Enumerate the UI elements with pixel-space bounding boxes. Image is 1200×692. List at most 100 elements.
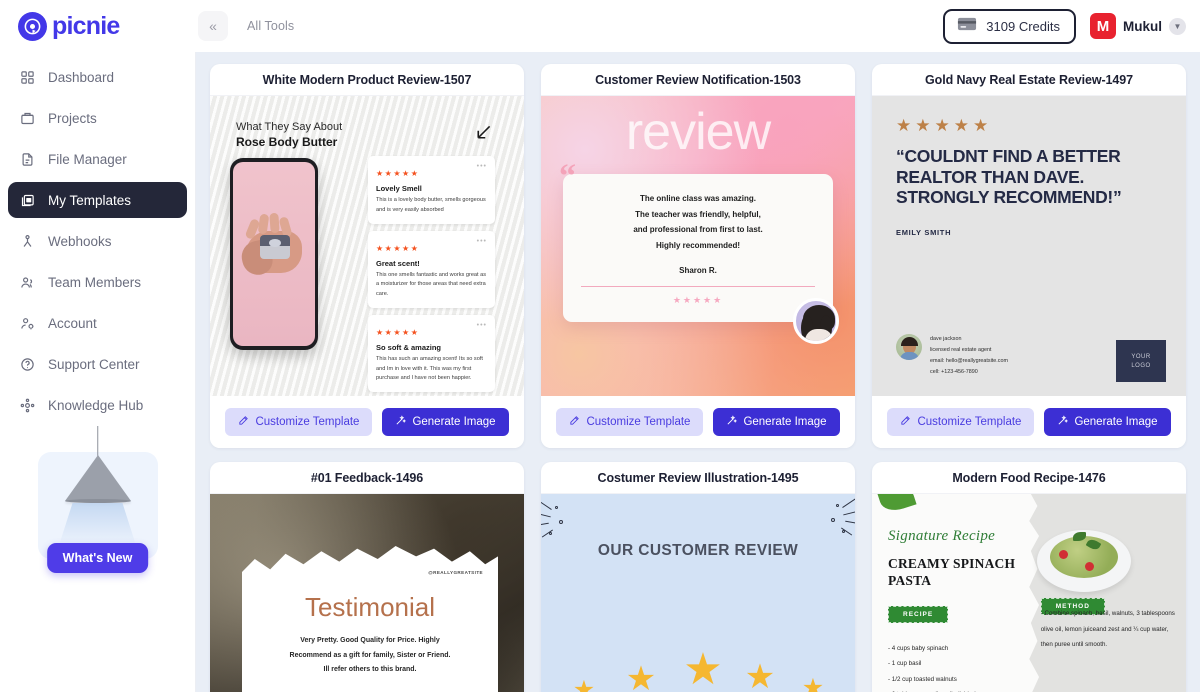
logo-line-1: YOUR	[1131, 353, 1151, 360]
credits-amount: 3109 Credits	[986, 18, 1060, 34]
review-title: So soft & amazing	[376, 342, 442, 352]
sidebar-item-label: File Manager	[48, 151, 127, 167]
customize-template-button[interactable]: Customize Template	[225, 408, 373, 436]
review-item: ••• ★★★★★ Great scent! This one smells f…	[368, 230, 495, 308]
hub-nodes-icon	[19, 397, 36, 414]
templates-gallery[interactable]: White Modern Product Review-1507 What Th…	[196, 52, 1200, 692]
template-preview[interactable]: @REALLYGREATSITE Testimonial Very Pretty…	[210, 494, 524, 692]
preview-line: Very Pretty. Good Quality for Price. Hig…	[300, 637, 440, 644]
method-text: - Combine spinach, basil, walnuts, 3 tab…	[1040, 610, 1175, 648]
button-label: Customize Template	[586, 416, 691, 428]
sidebar-item-webhooks[interactable]: Webhooks	[8, 223, 187, 259]
template-preview[interactable]: What They Say About Rose Body Butter •••…	[210, 96, 524, 396]
sidebar-item-file-manager[interactable]: File Manager	[8, 141, 187, 177]
brand-logo[interactable]: picnie	[18, 11, 182, 41]
grid-dashboard-icon	[19, 69, 36, 86]
logo-line-2: LOGO	[1131, 362, 1151, 369]
sidebar-item-projects[interactable]: Projects	[8, 100, 187, 136]
quote-author: Sharon R.	[679, 266, 717, 276]
more-options-icon: •••	[476, 237, 487, 245]
generate-image-button[interactable]: Generate Image	[1044, 408, 1171, 436]
template-card[interactable]: White Modern Product Review-1507 What Th…	[210, 64, 524, 448]
picnie-logo-icon	[18, 11, 47, 41]
template-preview[interactable]: Signature Recipe CREAMY SPINACH PASTA RE…	[872, 494, 1186, 692]
credits-button[interactable]: 3109 Credits	[943, 8, 1076, 44]
user-menu[interactable]: M Mukul ▼	[1090, 13, 1186, 39]
customize-template-button[interactable]: Customize Template	[887, 408, 1035, 436]
review-body: This is a lovely body butter, smells gor…	[376, 197, 486, 213]
generate-image-button[interactable]: Generate Image	[382, 408, 509, 436]
button-label: Generate Image	[1074, 416, 1158, 428]
template-card-title: #01 Feedback-1496	[210, 462, 524, 494]
sidebar-item-dashboard[interactable]: Dashboard	[8, 59, 187, 95]
template-card-title: Modern Food Recipe-1476	[872, 462, 1186, 494]
template-preview[interactable]: ★★★★★ “COULDNT FIND A BETTER REALTOR THA…	[872, 96, 1186, 396]
button-label: Customize Template	[255, 416, 360, 428]
sidebar-item-team-members[interactable]: Team Members	[8, 264, 187, 300]
preview-line: Ill refer others to this brand.	[323, 666, 417, 674]
webhook-node-icon	[19, 233, 36, 250]
template-card-title: Gold Navy Real Estate Review-1497	[872, 64, 1186, 96]
ingredient-item: - 1 cup basil	[888, 660, 922, 668]
sidebar-collapse-button[interactable]: «	[198, 11, 228, 41]
template-preview[interactable]: OUR CUSTOMER REVIEW ★ ★ ★ ★ ★	[541, 494, 855, 692]
confetti-burst-icon	[541, 499, 589, 548]
template-card[interactable]: Modern Food Recipe-1476 Signature Recipe…	[872, 462, 1186, 692]
agent-phone: cell: +123-456-7890	[930, 368, 978, 375]
quote-line: The online class was amazing.	[639, 194, 757, 203]
question-circle-icon	[19, 356, 36, 373]
template-card[interactable]: Customer Review Notification-1503 review…	[541, 64, 855, 448]
preview-heading: CREAMY SPINACH PASTA	[888, 556, 1016, 588]
button-label: Generate Image	[743, 416, 827, 428]
chevrons-left-icon: «	[209, 18, 217, 34]
sidebar-item-account[interactable]: Account	[8, 305, 187, 341]
template-card-actions: Customize Template Generate Image	[541, 396, 855, 448]
preview-eyebrow: What They Say About	[236, 121, 343, 133]
magic-wand-icon	[726, 415, 738, 429]
ingredient-item: - 1/2 cup toasted walnuts	[888, 675, 957, 683]
customize-template-button[interactable]: Customize Template	[556, 408, 704, 436]
sidebar-item-support-center[interactable]: Support Center	[8, 346, 187, 382]
template-card-title: Costumer Review Illustration-1495	[541, 462, 855, 494]
header-right-group: 3109 Credits M Mukul ▼	[943, 8, 1186, 44]
template-card[interactable]: Costumer Review Illustration-1495 OUR CU…	[541, 462, 855, 692]
person-with-star: ★	[801, 674, 825, 692]
template-card[interactable]: #01 Feedback-1496 @REALLYGREATSITE Testi…	[210, 462, 524, 692]
preview-line: Recommend as a gift for family, Sister o…	[289, 651, 451, 659]
ingredient-item: - 4 cups baby spinach	[888, 644, 949, 652]
chevron-down-icon[interactable]: ▼	[1169, 17, 1186, 35]
sidebar-item-label: My Templates	[48, 192, 132, 208]
preview-heading: OUR CUSTOMER REVIEW	[597, 542, 799, 559]
review-item: ••• ★★★★★ So soft & amazing This has suc…	[368, 314, 495, 393]
template-card-actions: Customize Template Generate Image	[872, 396, 1186, 448]
badge-recipe: RECIPE	[888, 605, 949, 623]
sidebar-item-label: Knowledge Hub	[48, 397, 144, 413]
preview-quote: “COULDNT FIND A BETTER REALTOR THAN DAVE…	[896, 146, 1122, 208]
person-with-star: ★	[572, 676, 596, 692]
person-with-star: ★	[683, 645, 723, 692]
sidebar-item-my-templates[interactable]: My Templates	[8, 182, 187, 218]
agent-name: dave jackson	[930, 335, 962, 342]
template-card[interactable]: Gold Navy Real Estate Review-1497 ★★★★★ …	[872, 64, 1186, 448]
star-rating: ★★★★★	[376, 169, 420, 178]
template-card-title: White Modern Product Review-1507	[210, 64, 524, 96]
button-label: Customize Template	[917, 416, 1022, 428]
quote-card: “ The online class was amazing. The teac…	[559, 160, 839, 344]
sidebar-item-knowledge-hub[interactable]: Knowledge Hub	[8, 387, 187, 423]
star-rating: ★★★★★	[672, 295, 724, 306]
sidebar-item-label: Support Center	[48, 356, 140, 372]
template-preview[interactable]: review “ The online class was amazing. T…	[541, 96, 855, 396]
preview-handle: @REALLYGREATSITE	[428, 570, 483, 575]
person-with-star: ★	[744, 658, 776, 692]
all-tools-label[interactable]: All Tools	[247, 19, 294, 33]
pasta-dish-photo	[1036, 530, 1131, 592]
templates-image-icon	[19, 192, 36, 209]
whats-new-button[interactable]: What's New	[46, 543, 149, 573]
quote-line: and professional from first to last.	[633, 225, 763, 235]
more-options-icon: •••	[476, 163, 487, 170]
torn-paper: @REALLYGREATSITE Testimonial Very Pretty…	[242, 546, 498, 692]
ingredient-item: - 6 tablespoons olive oil, divided	[888, 687, 1023, 692]
woman-portrait-avatar	[793, 298, 839, 344]
generate-image-button[interactable]: Generate Image	[713, 408, 840, 436]
quote-line: The teacher was friendly, helpful,	[635, 209, 761, 219]
